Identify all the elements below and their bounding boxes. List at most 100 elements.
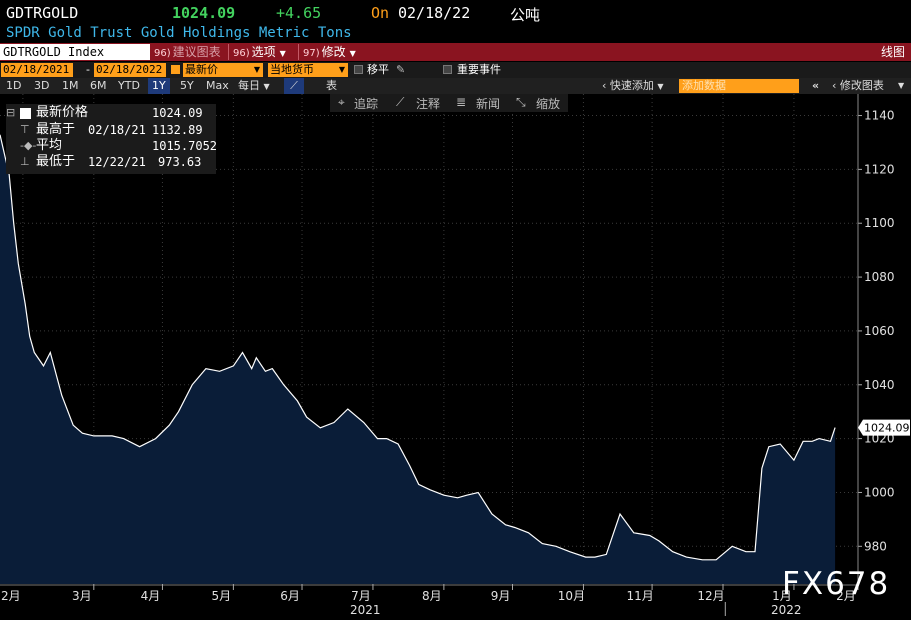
year-label: 2022 [771,603,802,617]
frequency-value: 每日 [238,79,260,92]
series-swatch [20,108,31,119]
date-separator: - [86,63,90,76]
quick-add-button[interactable]: ‹ 快速添加 ▼ [602,78,664,94]
x-tick-label: 7月 [351,589,371,603]
on-date: 02/18/22 [398,4,471,22]
suggest-number: 96) [154,48,171,59]
x-tick-label: 3月 [72,589,92,603]
modify-chart-label: 修改图表 [839,79,884,92]
watermark: FX678 [782,566,891,602]
y-tick-label: 1080 [864,270,895,284]
y-tick-label: 1140 [864,109,895,123]
suggested-charts-button[interactable]: 96) 建议图表 [150,44,224,60]
chart-settings-bar: 02/18/2021 - 02/18/2022 最新价 ▼ 当地货币 ▼ 移平 ✎ … [0,62,911,78]
chart-legend: ⊟ 最新价格 1024.09 ⊤ 最高于 02/18/21 1132.89 -◆… [6,104,218,174]
chevron-down-icon: ▼ [349,49,356,58]
period-3d[interactable]: 3D [34,78,49,94]
track-button[interactable]: 追踪 [354,95,378,112]
x-tick-label: 6月 [280,589,300,603]
chart-toolbar: GDTRGOLD Index 96) 建议图表 96) 选项 ▼ 97) 修改 ▼ 线图 [0,43,911,61]
period-1m[interactable]: 1M [62,78,79,94]
security-description: SPDR Gold Trust Gold Holdings Metric Ton… [0,25,911,42]
legend-avg-value: 1015.7052 [152,139,218,153]
x-tick-label: 5月 [212,589,232,603]
add-data-input[interactable]: 添加数据 [679,79,799,93]
events-label: 重要事件 [457,63,501,76]
suggest-label: 建议图表 [172,45,221,59]
legend-low-value: 973.63 [158,155,202,169]
period-5y[interactable]: 5Y [180,78,194,94]
security-input[interactable]: GDTRGOLD Index [0,44,150,60]
chevron-down-icon[interactable]: ▼ [898,78,904,94]
average-icon: -◆- [20,139,37,152]
legend-avg-label: 平均 [36,138,63,153]
y-tick-label: 1060 [864,324,895,338]
legend-last-label: 最新价格 [36,105,89,120]
period-max[interactable]: Max [206,78,229,94]
legend-high-value: 1132.89 [152,123,203,137]
high-icon: ⊤ [20,123,30,136]
x-axis: 2月 3月 4月 5月 6月 7月 8月 9月 10月 11月 12月 1月 2月2021 2022 [0,584,911,620]
chevron-down-icon: ▼ [338,65,345,74]
y-tick-label: 1100 [864,216,895,230]
pencil-icon[interactable]: ⟋ [396,95,404,110]
line-chart-title: 线图 [880,45,905,59]
options-label: 选项 [251,45,276,59]
field-select[interactable]: 最新价 ▼ [183,63,263,77]
edit-menu[interactable]: 97) 修改 ▼ [298,44,366,60]
events-checkbox[interactable] [443,65,452,74]
calendar-icon[interactable] [171,65,180,74]
table-toggle[interactable]: 表 [326,78,337,94]
modify-chart-button[interactable]: ‹ 修改图表 [832,78,884,94]
unit-label: 公吨 [510,6,541,24]
period-1y[interactable]: 1Y [148,78,170,94]
collapse-icon[interactable]: « [812,78,819,94]
options-menu[interactable]: 96) 选项 ▼ [228,44,294,60]
legend-low-label: 最低于 [36,154,76,169]
year-label: 2021 [350,603,381,617]
low-icon: ⊥ [20,155,30,168]
collapse-icon[interactable]: ⊟ [6,105,15,121]
y-tick-label: 1040 [864,378,895,392]
chevron-left-icon: ‹ [602,79,607,92]
price-change: +4.65 [276,4,322,22]
x-tick-label: 4月 [141,589,161,603]
legend-high-date: 02/18/21 [88,123,146,137]
y-tick-label: 1000 [864,485,895,499]
last-value-label: 1024.09 [864,422,910,435]
y-axis: 98010001020104010601080110011201140 [857,94,895,584]
chevron-down-icon: ▼ [657,82,664,91]
zoom-button[interactable]: 缩放 [536,95,560,112]
holdings-area [0,134,836,584]
line-chart-icon[interactable]: ⟋ [284,78,304,94]
quote-header: GDTRGOLD 1024.09 +4.65 On 02/18/22 公吨 [0,0,911,26]
annotate-button[interactable]: 注释 [416,95,440,112]
x-tick-label: 8月 [422,589,442,603]
chevron-down-icon: ▼ [253,65,260,74]
crosshair-icon[interactable]: ⌖ [338,95,345,110]
legend-last-value: 1024.09 [152,106,203,120]
moving-average-checkbox[interactable] [354,65,363,74]
legend-high-label: 最高于 [36,122,76,137]
chart-tools-bar: ⌖ 追踪 ⟋ 注释 ≣ 新闻 ⤡ 缩放 [330,94,568,112]
currency-select[interactable]: 当地货币 ▼ [268,63,348,77]
news-button[interactable]: 新闻 [476,95,500,112]
on-label: On [371,4,390,22]
last-price: 1024.09 [172,4,236,22]
legend-low-date: 12/22/21 [88,155,146,169]
frequency-select[interactable]: 每日 ▼ [238,78,270,94]
x-tick-label: 9月 [491,589,511,603]
pencil-icon[interactable]: ✎ [396,63,405,77]
period-6m[interactable]: 6M [90,78,107,94]
period-ytd[interactable]: YTD [118,78,140,94]
ticker-symbol[interactable]: GDTRGOLD [6,4,78,22]
end-date-field[interactable]: 02/18/2022 [94,63,166,77]
y-tick-label: 980 [864,539,887,553]
x-tick-label: 10月 [558,589,585,603]
edit-label: 修改 [321,45,346,59]
news-icon[interactable]: ≣ [456,95,466,109]
zoom-icon[interactable]: ⤡ [516,95,526,110]
period-1d[interactable]: 1D [6,78,21,94]
start-date-field[interactable]: 02/18/2021 [1,63,73,77]
edit-number: 97) [303,48,320,59]
